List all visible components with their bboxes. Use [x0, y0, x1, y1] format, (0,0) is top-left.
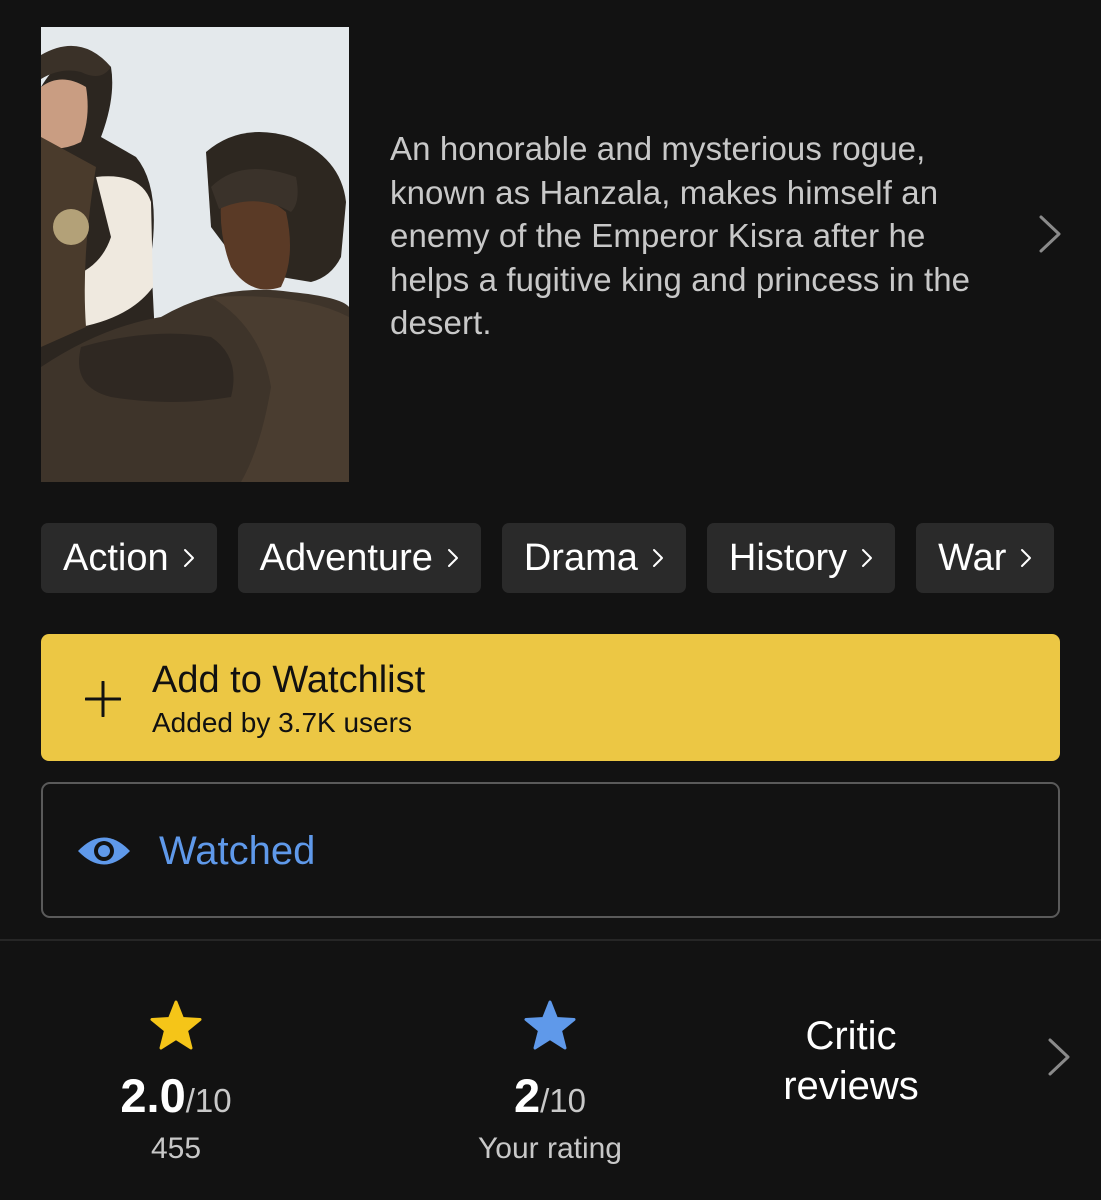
- genre-chip-war[interactable]: War: [916, 523, 1055, 593]
- genre-label: War: [938, 536, 1007, 579]
- watchlist-count: Added by 3.7K users: [152, 707, 412, 738]
- chevron-right-icon: [1021, 549, 1032, 567]
- watched-label: Watched: [159, 829, 316, 873]
- chevron-right-icon: [652, 549, 663, 567]
- chevron-right-icon: [447, 549, 458, 567]
- watchlist-title: Add to Watchlist: [152, 659, 426, 701]
- imdb-score: 2.0: [120, 1069, 186, 1122]
- star-icon: [524, 1000, 576, 1050]
- genre-chip-action[interactable]: Action: [41, 523, 217, 593]
- genre-label: Action: [63, 536, 169, 579]
- star-icon: [150, 1000, 202, 1050]
- genre-chips: Action Adventure Drama History War: [41, 523, 1055, 593]
- imdb-vote-count: 455: [150, 1132, 202, 1165]
- genre-chip-adventure[interactable]: Adventure: [237, 523, 481, 593]
- plus-icon: [85, 681, 121, 717]
- chevron-right-icon[interactable]: [1045, 1037, 1073, 1077]
- genre-label: Adventure: [259, 536, 433, 579]
- chevron-right-icon: [183, 549, 194, 567]
- chevron-right-icon: [862, 549, 873, 567]
- your-score: 2: [513, 1069, 541, 1122]
- your-score-max: /10: [540, 1082, 586, 1119]
- critic-reviews-link[interactable]: Critic reviews: [751, 1011, 951, 1111]
- chevron-right-icon[interactable]: [1035, 214, 1065, 254]
- your-rating[interactable]: 2/10 Your rating: [450, 1000, 650, 1167]
- watched-button[interactable]: Watched: [41, 782, 1060, 918]
- imdb-score-max: /10: [185, 1082, 232, 1119]
- add-to-watchlist-button[interactable]: Add to Watchlist Added by 3.7K users: [41, 634, 1060, 761]
- poster-image[interactable]: [41, 27, 349, 482]
- imdb-rating[interactable]: 2.0/10 455: [96, 1000, 256, 1167]
- plot-summary[interactable]: An honorable and mysterious rogue, known…: [390, 127, 990, 345]
- genre-chip-drama[interactable]: Drama: [501, 523, 686, 593]
- eye-icon: [78, 837, 130, 865]
- your-rating-label: Your rating: [478, 1132, 622, 1165]
- title-detail-page: An honorable and mysterious rogue, known…: [0, 0, 1101, 1200]
- genre-label: Drama: [523, 536, 638, 579]
- section-divider: [0, 939, 1101, 941]
- genre-label: History: [728, 536, 848, 579]
- genre-chip-history[interactable]: History: [706, 523, 896, 593]
